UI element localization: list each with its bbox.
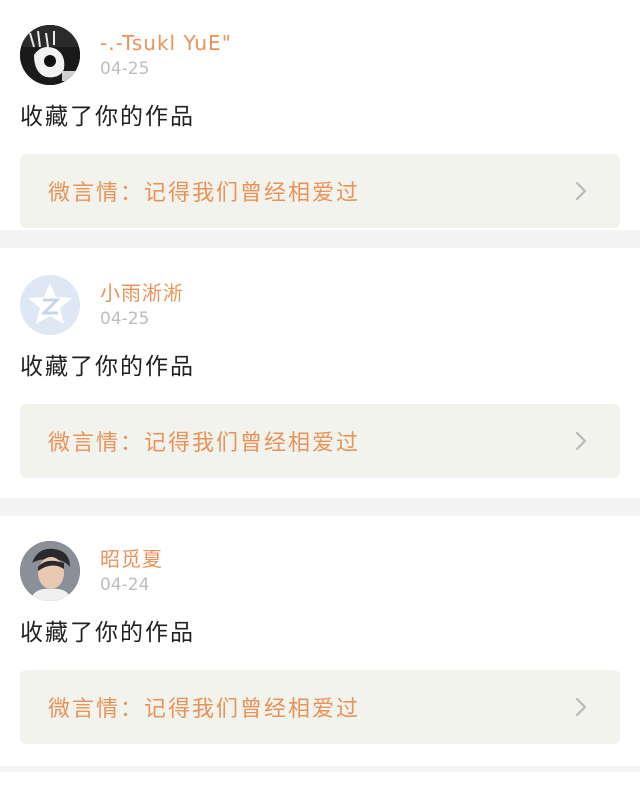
user-meta: 昭觅夏 04-24 [100,546,163,596]
user-meta: 小雨淅淅 04-25 [100,280,184,330]
qzone-star-avatar-icon [20,275,80,335]
notification-header: 小雨淅淅 04-25 [20,275,620,335]
notification-item: 昭觅夏 04-24 收藏了你的作品 微言情：记得我们曾经相爱过 [0,516,640,766]
user-meta: -.-Tsukl YuE" 04-25 [100,30,232,80]
action-text: 收藏了你的作品 [20,354,195,380]
notification-header: -.-Tsukl YuE" 04-25 [20,25,620,85]
timestamp: 04-25 [100,59,150,79]
chevron-right-icon [575,697,587,717]
work-title: 微言情：记得我们曾经相爱过 [48,697,361,722]
divider [0,230,640,248]
username[interactable]: 小雨淅淅 [100,280,184,306]
user-avatar[interactable] [20,541,80,601]
timestamp: 04-25 [100,309,150,329]
monochrome-photo-avatar-icon [20,25,80,85]
user-avatar[interactable] [20,275,80,335]
notification-item: -.-Tsukl YuE" 04-25 收藏了你的作品 微言情：记得我们曾经相爱… [0,0,640,230]
work-link[interactable]: 微言情：记得我们曾经相爱过 [20,154,620,228]
work-title: 微言情：记得我们曾经相爱过 [48,431,361,456]
notification-header: 昭觅夏 04-24 [20,541,620,601]
work-link[interactable]: 微言情：记得我们曾经相爱过 [20,404,620,478]
chevron-right-icon [575,181,587,201]
work-title: 微言情：记得我们曾经相爱过 [48,181,361,206]
timestamp: 04-24 [100,575,150,595]
action-text: 收藏了你的作品 [20,620,195,646]
work-link[interactable]: 微言情：记得我们曾经相爱过 [20,670,620,744]
notification-item: 小雨淅淅 04-25 收藏了你的作品 微言情：记得我们曾经相爱过 [0,248,640,498]
divider [0,766,640,772]
username[interactable]: -.-Tsukl YuE" [100,30,232,56]
username[interactable]: 昭觅夏 [100,546,163,572]
divider [0,498,640,516]
notification-feed: -.-Tsukl YuE" 04-25 收藏了你的作品 微言情：记得我们曾经相爱… [0,0,640,772]
user-avatar[interactable] [20,25,80,85]
chevron-right-icon [575,431,587,451]
action-text: 收藏了你的作品 [20,104,195,130]
portrait-photo-avatar-icon [20,541,80,601]
